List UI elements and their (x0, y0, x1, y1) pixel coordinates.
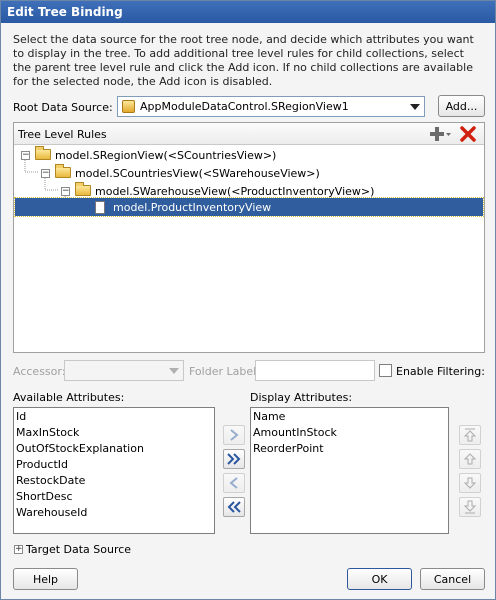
tree-node-scountriesview[interactable]: − model.SCountriesView(<SWarehouseView>) (37, 164, 477, 182)
move-bottom-button[interactable] (459, 497, 481, 517)
accessor-label: Accessor: (13, 365, 66, 378)
tree-node-productinventoryview[interactable]: model.ProductInventoryView (95, 199, 475, 217)
tree-node-label: model.ProductInventoryView (113, 201, 272, 214)
edit-tree-binding-dialog: Edit Tree Binding Select the data source… (0, 0, 496, 600)
double-chevron-right-icon (227, 453, 241, 465)
chevron-down-icon (169, 368, 179, 374)
chevron-right-icon (230, 429, 239, 441)
move-all-left-button[interactable] (223, 497, 245, 517)
accessor-select[interactable] (64, 360, 184, 381)
folder-icon (35, 146, 51, 160)
display-attributes-list[interactable]: Name AmountInStock ReorderPoint (250, 407, 449, 534)
display-attributes-label: Display Attributes: (250, 391, 353, 404)
cancel-button-label: Cancel (433, 573, 472, 586)
expand-icon[interactable]: + (14, 545, 23, 554)
document-icon (95, 201, 105, 214)
collapse-icon[interactable]: − (21, 151, 30, 160)
folder-icon (75, 182, 91, 196)
help-button[interactable]: Help (13, 568, 78, 590)
available-attributes-list[interactable]: Id MaxInStock OutOfStockExplanation Prod… (13, 407, 215, 534)
folder-icon (55, 164, 71, 178)
list-item[interactable]: RestockDate (16, 474, 85, 487)
tree-node-label: model.SWarehouseView(<ProductInventoryVi… (95, 185, 375, 198)
folder-label-input[interactable] (255, 360, 375, 381)
list-item[interactable]: WarehouseId (16, 506, 87, 519)
arrow-to-bottom-icon (463, 500, 477, 514)
list-item[interactable]: Id (16, 410, 26, 423)
ok-button[interactable]: OK (347, 568, 412, 590)
enable-filtering-checkbox[interactable] (379, 364, 392, 377)
move-left-button[interactable] (223, 473, 245, 493)
list-item[interactable]: AmountInStock (253, 426, 337, 439)
list-item[interactable]: ProductId (16, 458, 68, 471)
arrow-up-icon (463, 453, 477, 465)
target-data-source-label[interactable]: Target Data Source (26, 543, 131, 556)
tree-node-label: model.SCountriesView(<SWarehouseView>) (75, 167, 320, 180)
arrow-down-icon (463, 477, 477, 489)
move-top-button[interactable] (459, 425, 481, 445)
move-right-button[interactable] (223, 425, 245, 445)
enable-filtering-label: Enable Filtering: (396, 365, 485, 378)
double-chevron-left-icon (227, 501, 241, 513)
collapse-icon[interactable]: − (61, 187, 70, 196)
collapse-icon[interactable]: − (41, 169, 50, 178)
list-item[interactable]: OutOfStockExplanation (16, 442, 144, 455)
list-item[interactable]: Name (253, 410, 285, 423)
tree-node-sregionview[interactable]: − model.SRegionView(<SCountriesView>) (17, 146, 477, 164)
list-item[interactable]: MaxInStock (16, 426, 79, 439)
ok-button-label: OK (371, 573, 388, 586)
list-item[interactable]: ShortDesc (16, 490, 73, 503)
cancel-button[interactable]: Cancel (420, 568, 485, 590)
available-attributes-label: Available Attributes: (13, 391, 125, 404)
help-button-label: Help (32, 573, 59, 586)
move-all-right-button[interactable] (223, 449, 245, 469)
folder-label-label: Folder Label: (189, 365, 260, 378)
tree-node-label: model.SRegionView(<SCountriesView>) (55, 149, 277, 162)
move-down-button[interactable] (459, 473, 481, 493)
list-item[interactable]: ReorderPoint (253, 442, 324, 455)
move-up-button[interactable] (459, 449, 481, 469)
arrow-to-top-icon (463, 428, 477, 442)
chevron-left-icon (229, 477, 238, 489)
